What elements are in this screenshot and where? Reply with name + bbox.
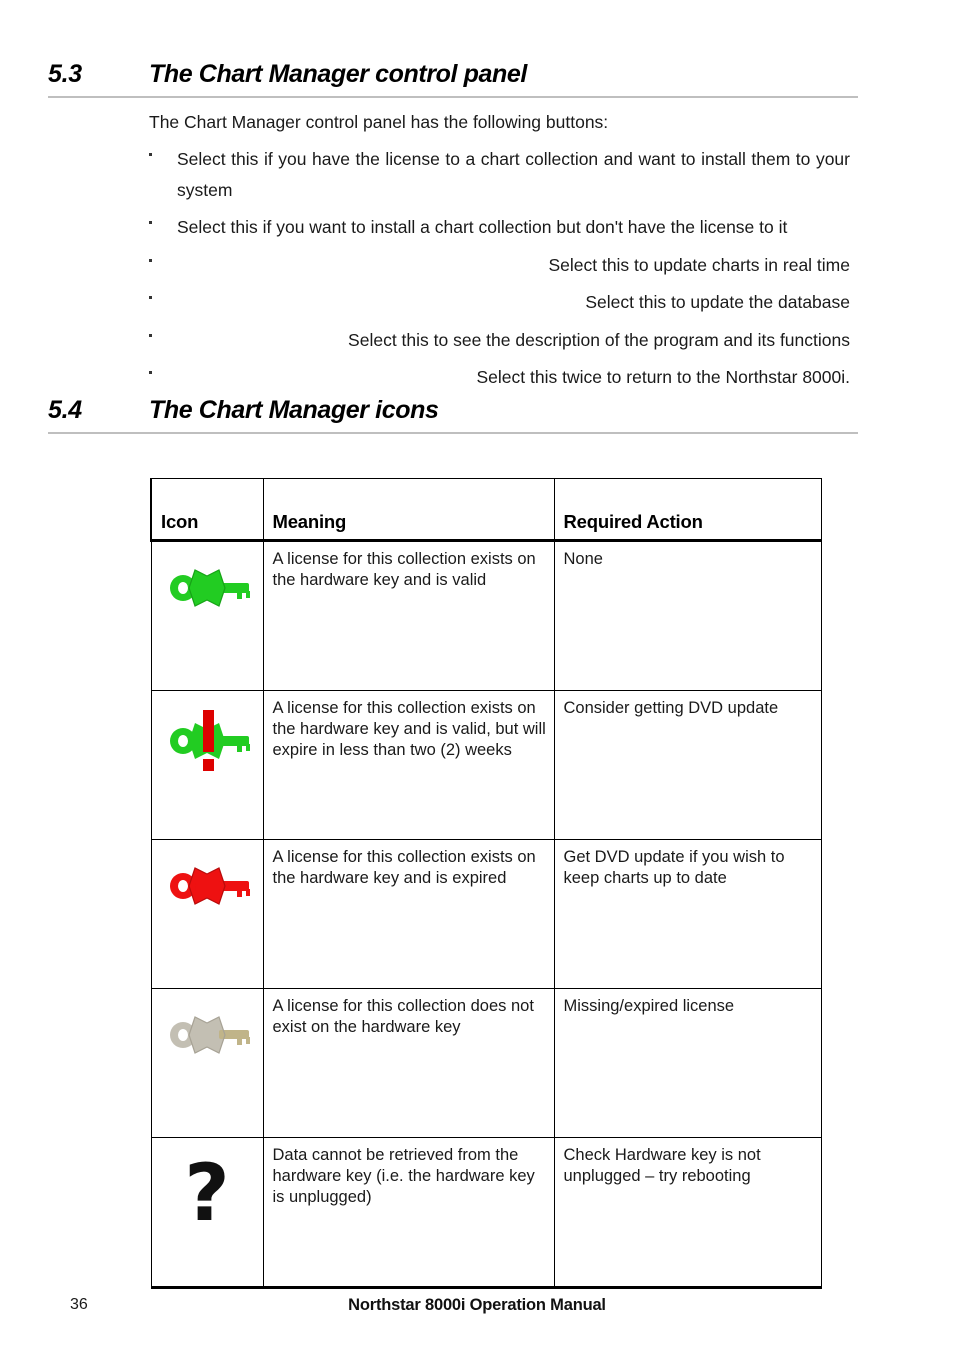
table-row: A license for this collection exists on … — [150, 839, 822, 989]
document-page: 5.3 The Chart Manager control panel The … — [0, 0, 954, 1362]
table-cell-action: Missing/expired license — [553, 988, 822, 1138]
list-item-text: Select this to see the description of th… — [348, 329, 850, 350]
section-title-5-3: The Chart Manager control panel — [149, 60, 527, 88]
bullet-dot-icon — [149, 153, 152, 156]
heading-rule-5-4 — [48, 432, 858, 434]
table-row: A license for this collection does not e… — [150, 988, 822, 1138]
column-header-meaning: Meaning — [262, 478, 555, 542]
table-cell-meaning: Data cannot be retrieved from the hardwa… — [262, 1137, 555, 1289]
question-mark-icon: ? — [184, 1149, 230, 1239]
green-key-icon — [159, 556, 255, 620]
table-cell-action: Check Hardware key is not unplugged – tr… — [553, 1137, 822, 1289]
list-item-text: Select this to update the database — [585, 292, 850, 312]
table-cell-action: None — [553, 540, 822, 691]
bullet-dot-icon — [149, 296, 152, 299]
table-row: A license for this collection exists on … — [150, 540, 822, 691]
bullet-dot-icon — [149, 221, 152, 224]
page-footer: 36 Northstar 8000i Operation Manual — [0, 1296, 954, 1320]
button-bullet-list: Select this if you have the license to a… — [149, 144, 850, 400]
table-cell-meaning: A license for this collection does not e… — [262, 988, 555, 1138]
table-cell-icon: ? — [150, 1137, 264, 1289]
bullet-dot-icon — [149, 333, 152, 337]
green-key-warning-icon — [159, 705, 255, 771]
chart-manager-icon-table: Icon Meaning Required Action A license f… — [150, 478, 822, 1289]
section-number-5-4: 5.4 — [48, 396, 82, 424]
heading-rule-5-3 — [48, 96, 858, 98]
table-cell-action: Consider getting DVD update — [553, 690, 822, 840]
list-item-text: Select this to update charts in real tim… — [548, 254, 850, 275]
list-item-text: Select this twice to return to the North… — [476, 367, 850, 387]
list-item: Select this to see the description of th… — [149, 325, 850, 356]
table-cell-meaning: A license for this collection exists on … — [262, 839, 555, 989]
table-cell-icon — [150, 839, 264, 989]
list-item: Select this if you have the license to a… — [149, 144, 850, 205]
list-item-text: Select this if you have the license to a… — [177, 149, 850, 200]
column-header-required-action: Required Action — [553, 478, 822, 542]
list-item: Select this to update the database — [149, 287, 850, 318]
bullet-dot-icon — [149, 371, 152, 374]
section-number-5-3: 5.3 — [48, 60, 82, 88]
bullet-dot-icon — [149, 258, 152, 262]
table-cell-action: Get DVD update if you wish to keep chart… — [553, 839, 822, 989]
manual-title: Northstar 8000i Operation Manual — [348, 1296, 606, 1314]
list-item: Select this twice to return to the North… — [149, 362, 850, 393]
table-cell-icon — [150, 988, 264, 1138]
list-item-text: Select this if you want to install a cha… — [177, 217, 788, 237]
list-item: Select this if you want to install a cha… — [149, 212, 850, 243]
section-title-5-4: The Chart Manager icons — [149, 396, 439, 424]
table-cell-meaning: A license for this collection exists on … — [262, 540, 555, 691]
table-row: ? Data cannot be retrieved from the hard… — [150, 1137, 822, 1289]
table-cell-meaning: A license for this collection exists on … — [262, 690, 555, 840]
table-header-row: Icon Meaning Required Action — [150, 478, 822, 542]
intro-paragraph: The Chart Manager control panel has the … — [149, 112, 609, 132]
list-item: Select this to update charts in real tim… — [149, 250, 850, 281]
table-cell-icon — [150, 690, 264, 840]
column-header-icon: Icon — [150, 478, 264, 542]
table-row: A license for this collection exists on … — [150, 690, 822, 840]
grey-key-icon — [159, 1003, 255, 1067]
red-key-icon — [159, 854, 255, 918]
table-cell-icon — [150, 540, 264, 691]
